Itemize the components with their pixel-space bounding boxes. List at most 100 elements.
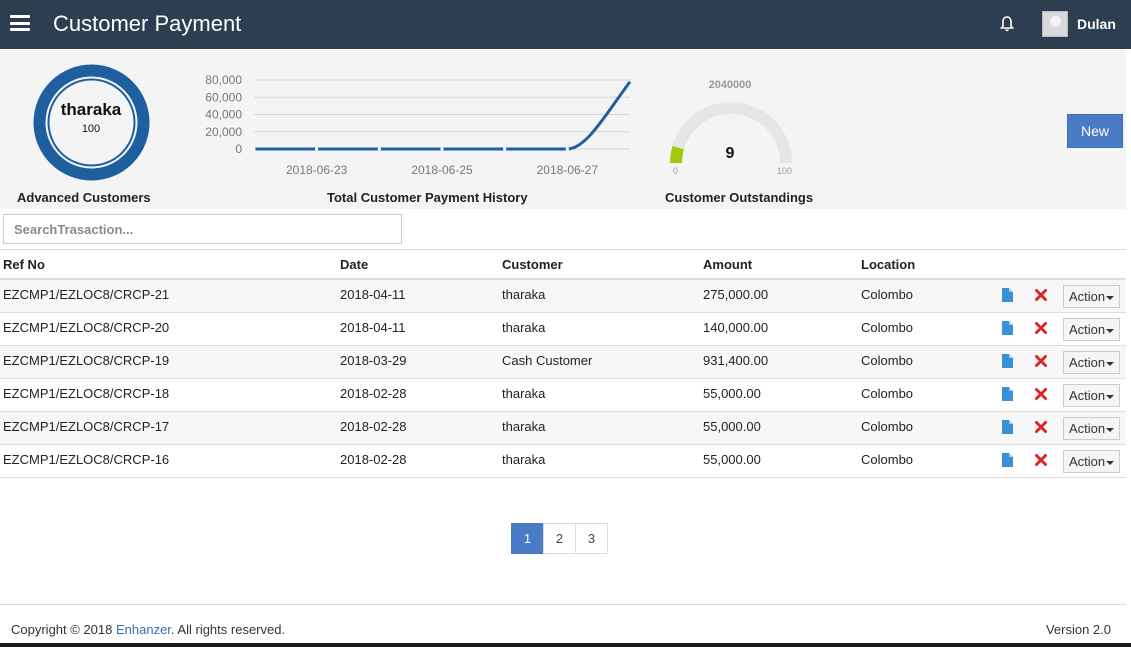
series-line — [254, 80, 632, 151]
x-tick-label: 2018-06-27 — [537, 163, 599, 177]
pagination: 123 — [511, 523, 608, 554]
action-label: Action — [1069, 289, 1106, 304]
username[interactable]: Dulan — [1077, 16, 1116, 32]
top-customer-value: 100 — [81, 123, 101, 135]
data-point — [252, 147, 256, 151]
close-icon[interactable] — [1035, 289, 1047, 301]
amount-cell: 140,000.00 — [703, 320, 769, 335]
customer-cell: Cash Customer — [502, 353, 593, 368]
action-dropdown-button[interactable]: Action — [1063, 351, 1120, 374]
caret-down-icon — [1106, 328, 1115, 333]
amount-cell: 55,000.00 — [703, 386, 761, 401]
ref-no-cell: EZCMP1/EZLOC8/CRCP-16 — [3, 452, 170, 467]
data-point — [377, 147, 381, 151]
action-label: Action — [1069, 454, 1106, 469]
ref-no-cell: EZCMP1/EZLOC8/CRCP-18 — [3, 386, 170, 401]
y-tick-label: 0 — [235, 142, 242, 156]
table-header: Ref No Date Customer Amount Location — [0, 250, 1131, 280]
table-row[interactable]: EZCMP1/EZLOC8/CRCP-21 2018-04-11 tharaka 27… — [0, 280, 1131, 313]
copyright-suffix: . All rights reserved. — [170, 622, 286, 637]
advanced-customers-label: Advanced Customers — [17, 190, 151, 205]
column-header-customer: Customer — [502, 257, 563, 272]
close-icon[interactable] — [1035, 454, 1047, 466]
page-1[interactable]: 1 — [511, 523, 544, 554]
close-icon[interactable] — [1035, 322, 1047, 334]
copyright: Copyright © 2018 Enhanzer. All rights re… — [11, 622, 285, 637]
date-cell: 2018-02-28 — [340, 452, 407, 467]
date-cell: 2018-02-28 — [340, 419, 407, 434]
action-label: Action — [1069, 421, 1106, 436]
transactions-table: Ref No Date Customer Amount Location EZC… — [0, 249, 1131, 478]
action-dropdown-button[interactable]: Action — [1063, 285, 1120, 308]
location-cell: Colombo — [861, 287, 914, 302]
action-label: Action — [1069, 355, 1106, 370]
copyright-prefix: Copyright © 2018 — [11, 622, 116, 637]
action-dropdown-button[interactable]: Action — [1063, 450, 1120, 473]
table-row[interactable]: EZCMP1/EZLOC8/CRCP-16 2018-02-28 tharaka 55… — [0, 445, 1131, 478]
document-icon[interactable] — [1002, 321, 1013, 335]
ref-no-cell: EZCMP1/EZLOC8/CRCP-20 — [3, 320, 170, 335]
table-row[interactable]: EZCMP1/EZLOC8/CRCP-18 2018-02-28 tharaka 55… — [0, 379, 1131, 412]
caret-down-icon — [1106, 295, 1115, 300]
amount-cell: 55,000.00 — [703, 452, 761, 467]
y-tick-label: 60,000 — [205, 90, 242, 104]
date-cell: 2018-04-11 — [340, 287, 406, 302]
y-tick-label: 40,000 — [205, 108, 242, 122]
outstandings-label: Customer Outstandings — [665, 190, 814, 205]
data-point — [565, 147, 569, 151]
ref-no-cell: EZCMP1/EZLOC8/CRCP-21 — [3, 287, 170, 302]
search-input[interactable] — [3, 214, 402, 244]
page-title: Customer Payment — [53, 11, 242, 36]
close-icon[interactable] — [1035, 421, 1047, 433]
hamburger-icon[interactable] — [10, 15, 30, 31]
customer-cell: tharaka — [502, 320, 546, 335]
avatar[interactable] — [1042, 11, 1068, 37]
table-row[interactable]: EZCMP1/EZLOC8/CRCP-19 2018-03-29 Cash Cust… — [0, 346, 1131, 379]
close-icon[interactable] — [1035, 388, 1047, 400]
document-icon[interactable] — [1002, 387, 1013, 401]
ref-no-cell: EZCMP1/EZLOC8/CRCP-17 — [3, 419, 170, 434]
column-header-date: Date — [340, 257, 369, 272]
caret-down-icon — [1106, 460, 1115, 465]
document-icon[interactable] — [1002, 420, 1013, 434]
amount-cell: 55,000.00 — [703, 419, 761, 434]
table-row[interactable]: EZCMP1/EZLOC8/CRCP-20 2018-04-11 tharaka 14… — [0, 313, 1131, 346]
amount-cell: 275,000.00 — [703, 287, 769, 302]
brand-link[interactable]: Enhanzer — [116, 622, 171, 637]
location-cell: Colombo — [861, 419, 914, 434]
scrollbar-track[interactable] — [1126, 49, 1131, 647]
location-cell: Colombo — [861, 452, 914, 467]
action-dropdown-button[interactable]: Action — [1063, 384, 1120, 407]
close-icon[interactable] — [1035, 355, 1047, 367]
date-cell: 2018-03-29 — [340, 353, 407, 368]
payment-history-label: Total Customer Payment History — [327, 190, 528, 205]
gauge-max-label: 100 — [777, 166, 793, 176]
new-button[interactable]: New — [1067, 114, 1123, 148]
table-body: EZCMP1/EZLOC8/CRCP-21 2018-04-11 tharaka 27… — [0, 280, 1131, 478]
document-icon[interactable] — [1002, 354, 1013, 368]
y-tick-label: 20,000 — [205, 125, 242, 139]
column-header-location: Location — [861, 257, 916, 272]
customer-cell: tharaka — [502, 386, 546, 401]
column-header-amount: Amount — [703, 257, 753, 272]
top-customer-name: tharaka — [60, 100, 122, 119]
action-label: Action — [1069, 322, 1106, 337]
table-row[interactable]: EZCMP1/EZLOC8/CRCP-17 2018-02-28 tharaka 55… — [0, 412, 1131, 445]
ref-no-cell: EZCMP1/EZLOC8/CRCP-19 — [3, 353, 170, 368]
page-2[interactable]: 2 — [543, 523, 576, 554]
customer-cell: tharaka — [502, 287, 546, 302]
action-dropdown-button[interactable]: Action — [1063, 417, 1120, 440]
location-cell: Colombo — [861, 353, 914, 368]
data-point — [440, 147, 444, 151]
action-label: Action — [1069, 388, 1106, 403]
gauge-fill — [670, 145, 684, 164]
outstandings-total: 2040000 — [708, 79, 752, 91]
page-3[interactable]: 3 — [575, 523, 608, 554]
x-tick-label: 2018-06-23 — [286, 163, 348, 177]
data-point — [315, 147, 319, 151]
document-icon[interactable] — [1002, 453, 1013, 467]
action-dropdown-button[interactable]: Action — [1063, 318, 1120, 341]
document-icon[interactable] — [1002, 288, 1013, 302]
bell-icon[interactable] — [999, 15, 1015, 33]
version-label: Version 2.0 — [1045, 622, 1111, 637]
